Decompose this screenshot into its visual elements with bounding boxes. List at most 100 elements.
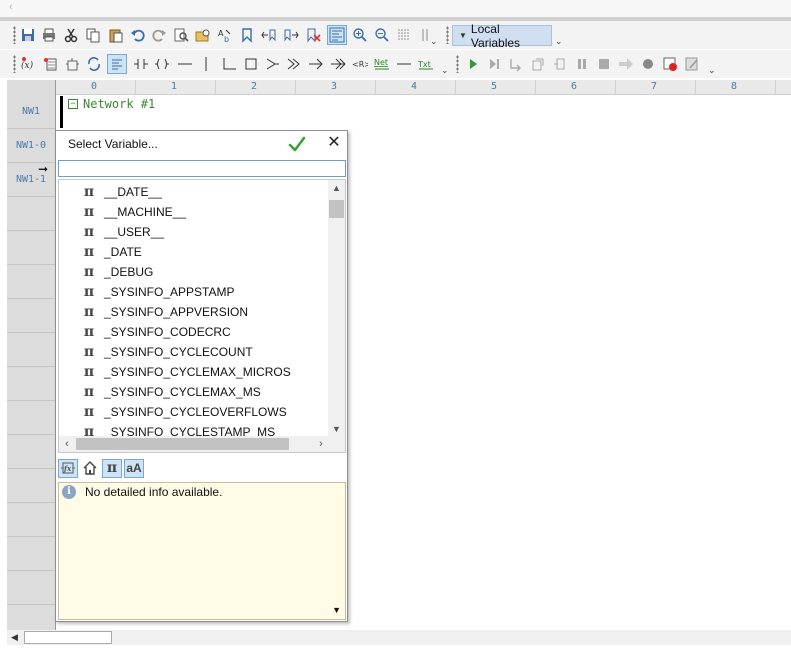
filter-constants-icon[interactable]: π bbox=[102, 458, 122, 478]
variable-search-input[interactable] bbox=[58, 160, 346, 177]
gutter-row[interactable]: NW1 bbox=[7, 95, 55, 129]
step-into-icon[interactable] bbox=[506, 54, 526, 74]
zoom-out-icon[interactable] bbox=[372, 25, 392, 45]
toolbar-overflow-icon[interactable]: ⌄ bbox=[441, 65, 449, 76]
editor-horizontal-scrollbar[interactable]: ◀ bbox=[7, 630, 791, 645]
var-table-icon[interactable] bbox=[40, 54, 60, 74]
list-item[interactable]: π _SYSINFO_CODECRC bbox=[59, 322, 327, 342]
step-icon[interactable] bbox=[484, 54, 504, 74]
save-icon[interactable] bbox=[18, 25, 38, 45]
list-item[interactable]: π _SYSINFO_CYCLEMAX_MS bbox=[59, 382, 327, 402]
wire-icon[interactable] bbox=[175, 54, 195, 74]
list-item[interactable]: π _SYSINFO_APPVERSION bbox=[59, 302, 327, 322]
gutter-row[interactable] bbox=[7, 571, 55, 605]
scroll-down-icon[interactable]: ▼ bbox=[328, 421, 345, 437]
gutter-row[interactable] bbox=[7, 435, 55, 469]
collapse-icon[interactable]: − bbox=[68, 99, 78, 109]
scroll-left-icon[interactable]: ◀ bbox=[11, 632, 18, 643]
gutter-row[interactable] bbox=[7, 197, 55, 231]
list-item[interactable]: π _SYSINFO_CYCLEMAX_MICROS bbox=[59, 362, 327, 382]
gutter-row[interactable] bbox=[7, 231, 55, 265]
variable-fx-icon[interactable]: (x) bbox=[18, 54, 38, 74]
list-item[interactable]: π _DATE bbox=[59, 242, 327, 262]
contact-icon[interactable] bbox=[131, 54, 151, 74]
scroll-up-icon[interactable]: ▲ bbox=[328, 180, 345, 196]
stop-icon[interactable] bbox=[594, 54, 614, 74]
pause-icon[interactable] bbox=[572, 54, 592, 74]
back-arrow-icon[interactable]: ‹ bbox=[9, 1, 13, 13]
scroll-thumb[interactable] bbox=[76, 438, 289, 450]
toolbar-overflow-icon[interactable]: ⌄ bbox=[708, 65, 716, 76]
zoom-in-icon[interactable] bbox=[350, 25, 370, 45]
scroll-right-icon[interactable]: › bbox=[313, 436, 329, 452]
grid-icon[interactable] bbox=[394, 25, 414, 45]
list-horizontal-scrollbar[interactable]: ‹ › bbox=[59, 436, 329, 452]
format-icon[interactable] bbox=[107, 54, 127, 74]
redo-icon[interactable] bbox=[149, 25, 169, 45]
close-icon[interactable]: ✕ bbox=[326, 135, 342, 151]
list-item[interactable]: π __MACHINE__ bbox=[59, 202, 327, 222]
vertical-wire-icon[interactable] bbox=[196, 54, 216, 74]
filter-home-icon[interactable] bbox=[80, 459, 100, 478]
gutter-row[interactable] bbox=[7, 265, 55, 299]
info-dropdown-icon[interactable]: ▼ bbox=[332, 605, 341, 615]
return-r-icon[interactable]: <R> bbox=[350, 54, 370, 74]
breakpoint-icon[interactable] bbox=[660, 54, 680, 74]
list-vertical-scrollbar[interactable]: ▲ ▼ bbox=[328, 180, 345, 437]
gutter-row[interactable]: NW1-0 bbox=[7, 129, 55, 163]
gutter-row[interactable] bbox=[7, 333, 55, 367]
coil-icon[interactable] bbox=[152, 54, 172, 74]
edit-icon[interactable] bbox=[682, 54, 702, 74]
list-item[interactable]: π __DATE__ bbox=[59, 182, 327, 202]
line-icon[interactable] bbox=[394, 54, 414, 74]
refresh-icon[interactable] bbox=[84, 54, 104, 74]
block-icon[interactable] bbox=[241, 54, 261, 74]
jump-icon[interactable] bbox=[262, 54, 282, 74]
box-icon[interactable] bbox=[62, 54, 82, 74]
local-variables-dropdown[interactable]: ▼ Local Variables bbox=[452, 22, 552, 50]
toolbar-overflow-icon[interactable]: ⌄ bbox=[555, 36, 563, 47]
gutter-row[interactable] bbox=[7, 537, 55, 571]
gutter-row[interactable] bbox=[7, 401, 55, 435]
net-icon[interactable]: Net bbox=[372, 54, 392, 74]
copy-icon[interactable] bbox=[83, 25, 103, 45]
scroll-thumb[interactable] bbox=[24, 631, 112, 644]
return-icon[interactable] bbox=[284, 54, 304, 74]
scroll-left-icon[interactable]: ‹ bbox=[59, 436, 75, 452]
filter-case-icon[interactable]: aA bbox=[124, 458, 144, 478]
text-icon[interactable]: Txt bbox=[416, 54, 436, 74]
find-folder-icon[interactable] bbox=[193, 25, 213, 45]
paste-icon[interactable] bbox=[106, 25, 126, 45]
cut-icon[interactable] bbox=[61, 25, 81, 45]
find-icon[interactable] bbox=[171, 25, 191, 45]
list-item[interactable]: π _DEBUG bbox=[59, 262, 327, 282]
arrow-right-icon[interactable] bbox=[306, 54, 326, 74]
filter-function-icon[interactable]: fx bbox=[58, 458, 78, 478]
prev-bookmark-icon[interactable] bbox=[259, 25, 279, 45]
run-icon[interactable] bbox=[463, 54, 483, 74]
list-item[interactable]: π _SYSINFO_CYCLEOVERFLOWS bbox=[59, 402, 327, 422]
undo-icon[interactable] bbox=[128, 25, 148, 45]
gutter-row[interactable] bbox=[7, 299, 55, 333]
toolbar-grip-icon[interactable] bbox=[13, 26, 16, 44]
confirm-check-icon[interactable] bbox=[288, 135, 306, 153]
double-arrow-icon[interactable] bbox=[328, 54, 348, 74]
list-item[interactable]: π _SYSINFO_APPSTAMP bbox=[59, 282, 327, 302]
print-icon[interactable] bbox=[39, 25, 59, 45]
network-header[interactable]: − Network #1 bbox=[68, 97, 155, 111]
record-icon[interactable] bbox=[638, 54, 658, 74]
next-bookmark-icon[interactable] bbox=[281, 25, 301, 45]
list-item[interactable]: π _SYSINFO_CYCLECOUNT bbox=[59, 342, 327, 362]
replace-icon[interactable]: Ab bbox=[215, 25, 235, 45]
list-item[interactable]: π __USER__ bbox=[59, 222, 327, 242]
toolbar-grip-icon[interactable] bbox=[456, 55, 459, 73]
step-out-icon[interactable] bbox=[550, 54, 570, 74]
goto-icon[interactable] bbox=[616, 54, 636, 74]
gutter-row[interactable] bbox=[7, 469, 55, 503]
branch-icon[interactable] bbox=[219, 54, 239, 74]
toolbar-overflow-icon[interactable]: ⌄ bbox=[430, 36, 438, 47]
bookmark-icon[interactable] bbox=[237, 25, 257, 45]
toolbar-grip-icon[interactable] bbox=[13, 55, 16, 73]
step-over-icon[interactable] bbox=[528, 54, 548, 74]
gutter-row[interactable] bbox=[7, 367, 55, 401]
